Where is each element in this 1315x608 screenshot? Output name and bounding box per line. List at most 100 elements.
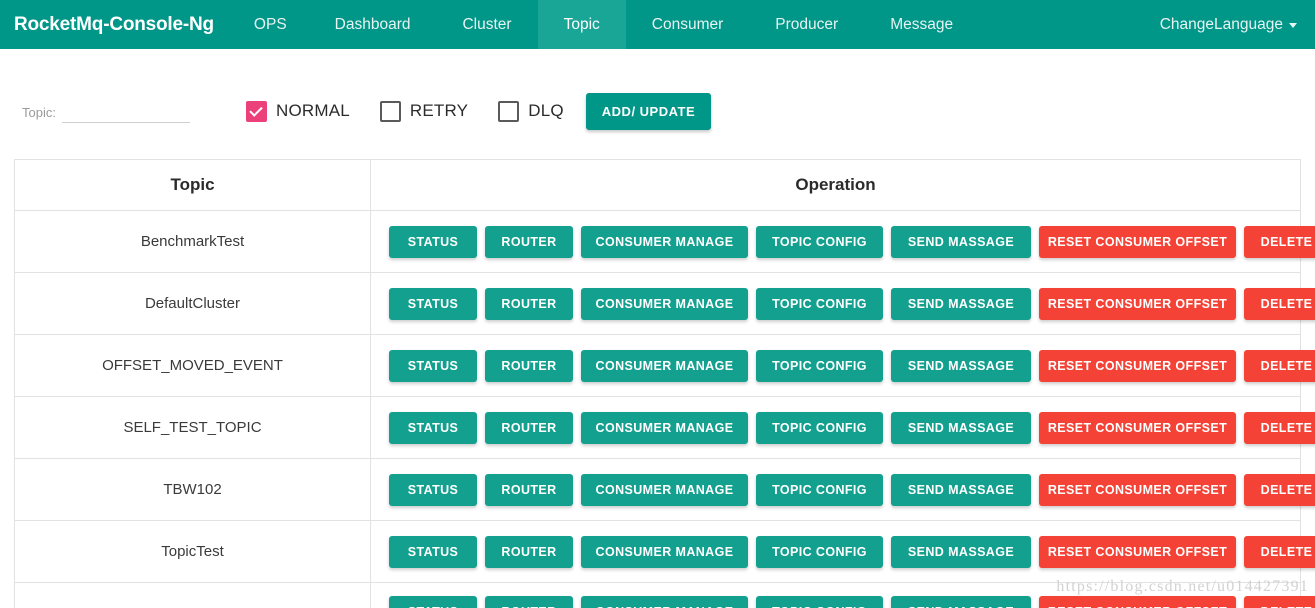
op-button-reset-consumer-offset[interactable]: RESET CONSUMER OFFSET	[1039, 225, 1236, 258]
op-button-reset-consumer-offset[interactable]: RESET CONSUMER OFFSET	[1039, 287, 1236, 320]
nav-item-cluster[interactable]: Cluster	[436, 0, 537, 49]
checkbox-normal[interactable]: NORMAL	[245, 100, 350, 122]
op-button-delete[interactable]: DELETE	[1244, 225, 1315, 258]
operation-button-row: STATUSROUTERCONSUMER MANAGETOPIC CONFIGS…	[389, 473, 1315, 506]
op-button-consumer-manage[interactable]: CONSUMER MANAGE	[581, 225, 748, 258]
op-button-status[interactable]: STATUS	[389, 349, 477, 382]
op-button-delete[interactable]: DELETE	[1244, 596, 1315, 608]
top-navbar: RocketMq-Console-Ng OPS Dashboard Cluste…	[0, 0, 1315, 49]
op-button-router[interactable]: ROUTER	[485, 473, 573, 506]
op-button-delete[interactable]: DELETE	[1244, 535, 1315, 568]
op-button-status[interactable]: STATUS	[389, 411, 477, 444]
topics-table-body: BenchmarkTest STATUS ROUTER CONSUMER MANAGE…	[14, 210, 1315, 608]
checkbox-dlq[interactable]: DLQ	[498, 100, 564, 122]
header-operation: Operation	[370, 159, 1301, 211]
nav-item-producer[interactable]: Producer	[749, 0, 864, 49]
topic-filter-field: Topic:	[22, 101, 190, 123]
topic-name-cell: TBW102	[14, 458, 371, 521]
op-button-send-massage[interactable]: SEND MASSAGE	[891, 411, 1031, 444]
operation-button-row: STATUSROUTERCONSUMER MANAGETOPIC CONFIGS…	[389, 287, 1315, 320]
op-button-send-massage[interactable]: SEND MASSAGE	[891, 225, 1031, 258]
topic-name-cell: SELF_TEST_TOPIC	[14, 396, 371, 459]
op-button-send-massage[interactable]: SEND MASSAGE	[891, 535, 1031, 568]
op-button-router[interactable]: ROUTER	[485, 349, 573, 382]
topic-name-cell: BenchmarkTest	[14, 210, 371, 273]
checkbox-retry-box[interactable]	[379, 100, 401, 122]
operation-cell: STATUS ROUTER CONSUMER MANAGE TOPIC CONFIG S…	[370, 582, 1315, 608]
op-button-reset-consumer-offset[interactable]: RESET CONSUMER OFFSET	[1039, 411, 1236, 444]
nav-item-dashboard[interactable]: Dashboard	[309, 0, 437, 49]
topics-table: Topic Operation BenchmarkTest STATUS ROUTE…	[14, 159, 1315, 608]
topic-filter-label: Topic:	[22, 105, 56, 120]
operation-cell: STATUSROUTERCONSUMER MANAGETOPIC CONFIGS…	[370, 334, 1315, 397]
topic-name-cell	[14, 582, 371, 608]
op-button-router[interactable]: ROUTER	[485, 225, 573, 258]
operation-button-row: STATUS ROUTER CONSUMER MANAGE TOPIC CONFIG S…	[389, 596, 1315, 608]
op-button-consumer-manage[interactable]: CONSUMER MANAGE	[581, 411, 748, 444]
add-update-button[interactable]: ADD/ UPDATE	[585, 92, 712, 130]
checkbox-normal-box[interactable]	[245, 100, 267, 122]
table-row: SELF_TEST_TOPIC STATUS ROUTER CONSUMER MANA…	[14, 396, 1315, 459]
op-button-topic-config[interactable]: TOPIC CONFIG	[756, 473, 883, 506]
checkbox-retry-label: RETRY	[409, 101, 469, 120]
chevron-down-icon	[1289, 23, 1297, 28]
op-button-router[interactable]: ROUTER	[485, 287, 573, 320]
checkbox-dlq-box[interactable]	[498, 100, 520, 122]
operation-cell: STATUSROUTERCONSUMER MANAGETOPIC CONFIGS…	[370, 520, 1315, 583]
operation-button-row: STATUSROUTERCONSUMER MANAGETOPIC CONFIGS…	[389, 349, 1315, 382]
change-language-dropdown[interactable]: ChangeLanguage	[1150, 16, 1307, 34]
op-button-topic-config[interactable]: TOPIC CONFIG	[756, 535, 883, 568]
op-button-status[interactable]: STATUS	[389, 535, 477, 568]
op-button-topic-config[interactable]: TOPIC CONFIG	[756, 287, 883, 320]
nav-item-message[interactable]: Message	[864, 0, 979, 49]
op-button-topic-config[interactable]: TOPIC CONFIG	[756, 225, 883, 258]
table-row: TBW102 STATUS ROUTER CONSUMER MANAGE TOPIC C…	[14, 458, 1315, 521]
checkbox-retry[interactable]: RETRY	[379, 100, 469, 122]
op-button-router[interactable]: ROUTER	[485, 596, 573, 608]
nav-item-ops[interactable]: OPS	[232, 0, 309, 49]
op-button-topic-config[interactable]: TOPIC CONFIG	[756, 596, 883, 608]
topic-name-cell: DefaultCluster	[14, 272, 371, 335]
op-button-delete[interactable]: DELETE	[1244, 287, 1315, 320]
navbar-right: ChangeLanguage	[1150, 0, 1307, 49]
op-button-reset-consumer-offset[interactable]: RESET CONSUMER OFFSET	[1039, 473, 1236, 506]
op-button-status[interactable]: STATUS	[389, 473, 477, 506]
op-button-status[interactable]: STATUS	[389, 225, 477, 258]
table-row: OFFSET_MOVED_EVENT STATUS ROUTER CONSUMER M…	[14, 334, 1315, 397]
op-button-delete[interactable]: DELETE	[1244, 473, 1315, 506]
op-button-send-massage[interactable]: SEND MASSAGE	[891, 349, 1031, 382]
op-button-status[interactable]: STATUS	[389, 596, 477, 608]
topic-name-cell: OFFSET_MOVED_EVENT	[14, 334, 371, 397]
nav-item-topic[interactable]: Topic	[537, 0, 626, 49]
op-button-router[interactable]: ROUTER	[485, 535, 573, 568]
op-button-topic-config[interactable]: TOPIC CONFIG	[756, 349, 883, 382]
op-button-reset-consumer-offset[interactable]: RESET CONSUMER OFFSET	[1039, 596, 1236, 608]
op-button-consumer-manage[interactable]: CONSUMER MANAGE	[581, 535, 748, 568]
op-button-consumer-manage[interactable]: CONSUMER MANAGE	[581, 287, 748, 320]
op-button-reset-consumer-offset[interactable]: RESET CONSUMER OFFSET	[1039, 535, 1236, 568]
header-topic: Topic	[14, 159, 371, 211]
table-row: STATUS ROUTER CONSUMER MANAGE TOPIC CONFIG S…	[14, 582, 1315, 608]
nav-item-consumer[interactable]: Consumer	[626, 0, 750, 49]
operation-cell: STATUSROUTERCONSUMER MANAGETOPIC CONFIGS…	[370, 458, 1315, 521]
operation-cell: STATUSROUTERCONSUMER MANAGETOPIC CONFIGS…	[370, 272, 1315, 335]
checkbox-dlq-label: DLQ	[528, 101, 564, 120]
op-button-send-massage[interactable]: SEND MASSAGE	[891, 596, 1031, 608]
op-button-send-massage[interactable]: SEND MASSAGE	[891, 287, 1031, 320]
table-row: DefaultCluster STATUS ROUTER CONSUMER MANAG…	[14, 272, 1315, 335]
filter-bar: Topic: NORMAL RETRY DLQ ADD/ UPDATE	[0, 49, 1315, 159]
op-button-topic-config[interactable]: TOPIC CONFIG	[756, 411, 883, 444]
op-button-send-massage[interactable]: SEND MASSAGE	[891, 473, 1031, 506]
app-brand[interactable]: RocketMq-Console-Ng	[0, 0, 232, 49]
op-button-router[interactable]: ROUTER	[485, 411, 573, 444]
op-button-status[interactable]: STATUS	[389, 287, 477, 320]
op-button-consumer-manage[interactable]: CONSUMER MANAGE	[581, 596, 748, 608]
op-button-reset-consumer-offset[interactable]: RESET CONSUMER OFFSET	[1039, 349, 1236, 382]
topic-search-input[interactable]	[61, 101, 190, 123]
operation-button-row: STATUSROUTERCONSUMER MANAGETOPIC CONFIGS…	[389, 535, 1315, 568]
table-row: BenchmarkTest STATUS ROUTER CONSUMER MANAGE…	[14, 210, 1315, 273]
op-button-consumer-manage[interactable]: CONSUMER MANAGE	[581, 349, 748, 382]
op-button-consumer-manage[interactable]: CONSUMER MANAGE	[581, 473, 748, 506]
op-button-delete[interactable]: DELETE	[1244, 349, 1315, 382]
op-button-delete[interactable]: DELETE	[1244, 411, 1315, 444]
